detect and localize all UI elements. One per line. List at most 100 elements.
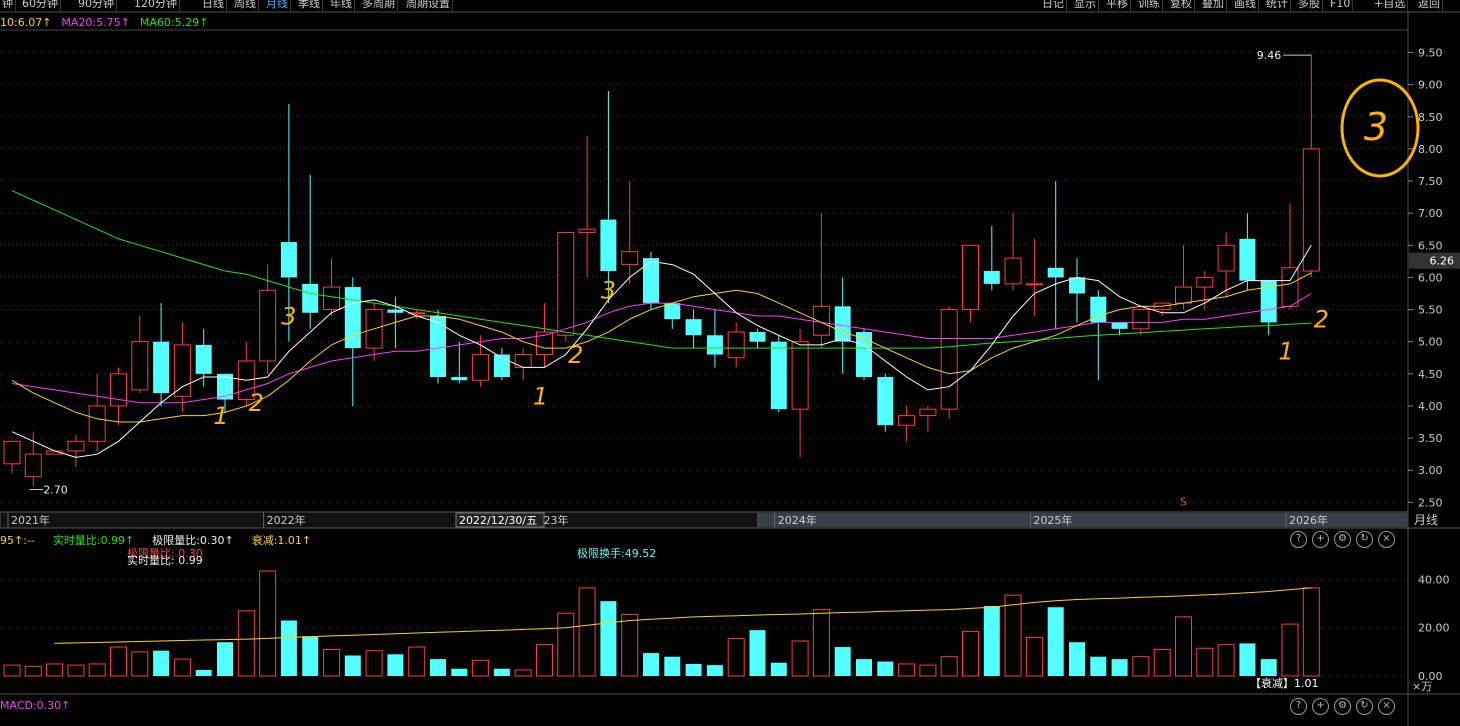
candle-down — [1111, 322, 1128, 329]
candle-up — [621, 251, 639, 266]
candle-down — [153, 341, 170, 394]
volume-bar-up — [898, 663, 916, 677]
volume-bar-down — [1239, 643, 1256, 676]
candle-down — [749, 332, 766, 342]
annotation-mark: 1 — [1278, 338, 1293, 366]
volume-bar-down — [643, 653, 659, 676]
candle-up — [259, 289, 277, 362]
candle-down — [387, 309, 404, 313]
price-tick-label: 5.00 — [1418, 336, 1443, 349]
candle-up — [24, 453, 42, 478]
annotation-mark: 1 — [213, 402, 228, 430]
volume-bar-down — [877, 661, 894, 676]
price-tick-label: 3.00 — [1418, 464, 1443, 477]
volume-bar-down — [195, 669, 212, 676]
candle-up — [940, 309, 958, 410]
gear-icon[interactable]: ⚙ — [1334, 531, 1351, 548]
price-tick-label: 5.50 — [1418, 304, 1443, 317]
candle-up — [88, 405, 106, 442]
candle-down — [1239, 238, 1256, 281]
zoom-icon[interactable]: + — [1312, 531, 1329, 548]
candle-up — [962, 244, 979, 311]
candle-up — [3, 440, 21, 465]
volume-tick-label: 20.00 — [1418, 622, 1450, 635]
volume-bar-down — [1069, 642, 1085, 676]
candle-up — [67, 440, 85, 452]
candle-up — [110, 373, 127, 407]
volume-bar-down — [685, 663, 702, 676]
candle-up — [898, 415, 916, 426]
volume-bar-up — [365, 650, 383, 677]
candle-down — [1047, 267, 1064, 278]
volume-bar-up — [1196, 647, 1214, 677]
price-tick-label: 9.50 — [1418, 46, 1443, 59]
volume-bar-down — [983, 606, 1000, 676]
volume-bar-down — [387, 654, 404, 676]
volume-bar-down — [280, 620, 297, 676]
volume-unit-label: ×万 — [1412, 680, 1432, 693]
price-tick-label: 8.00 — [1418, 143, 1443, 156]
price-tick-label: 8.50 — [1418, 111, 1443, 124]
help-icon[interactable]: ? — [1290, 698, 1307, 715]
volume-bar-up — [88, 663, 106, 677]
candle-down — [430, 315, 446, 378]
close-icon[interactable]: × — [1378, 698, 1395, 715]
volume-bar-up — [962, 630, 979, 677]
vol-tip-realtime-ratio: 实时量比: 0.99 — [127, 554, 203, 567]
candle-up — [131, 341, 149, 391]
volume-bar-up — [578, 587, 596, 677]
vol-label-0: 95↑:-- — [0, 534, 35, 547]
help-icon[interactable]: ? — [1290, 531, 1307, 548]
volume-bar-up — [24, 665, 42, 677]
close-icon[interactable]: × — [1378, 531, 1395, 548]
x-year-label: 2025年 — [1033, 513, 1072, 527]
candle-down — [1069, 277, 1085, 294]
candle-up — [1175, 286, 1192, 304]
volume-bar-up — [1217, 644, 1235, 677]
annotation-mark: 2 — [249, 389, 264, 417]
price-tick-label: 2.50 — [1418, 496, 1443, 509]
volume-bar-up — [1175, 616, 1192, 677]
candle-up — [578, 228, 596, 233]
price-tick-label: 4.50 — [1418, 368, 1443, 381]
candle-up — [1025, 283, 1043, 286]
volume-bar-down — [600, 601, 617, 676]
volume-bar-down — [664, 656, 681, 676]
vol-label-1: 实时量比:0.99↑ — [52, 534, 135, 547]
refresh-icon[interactable]: ↻ — [1356, 698, 1373, 715]
volume-bar-up — [1153, 648, 1171, 677]
high-price-label: 9.46 — [1257, 49, 1282, 62]
gear-icon[interactable]: ⚙ — [1334, 698, 1351, 715]
volume-bar-up — [46, 663, 64, 677]
candle-down — [302, 283, 319, 313]
candle-up — [812, 305, 830, 336]
sell-marker: S — [1180, 496, 1187, 509]
volume-bar-down — [344, 655, 361, 676]
stock-chart-window: 钟 60分钟 90分钟 120分钟 日线 周线 月线 季线 年线 多周期 周期设置 日记 显示 平移 训练… — [0, 0, 1460, 726]
volume-bar-down — [153, 650, 170, 676]
volume-bar-down — [1047, 607, 1064, 676]
price-tick-label: 4.00 — [1418, 400, 1443, 413]
candle-up — [1302, 148, 1320, 272]
candle-up — [173, 344, 191, 397]
candle-down — [664, 303, 681, 320]
candle-up — [1004, 257, 1022, 285]
volume-bar-up — [1025, 636, 1043, 677]
annotation-mark: 3 — [281, 302, 296, 330]
candle-down — [451, 377, 468, 381]
vol-tip-turnover: 极限换手:49.52 — [577, 547, 657, 560]
annotation-mark: 2 — [568, 341, 583, 369]
volume-bar-down — [834, 647, 851, 676]
volume-bar-up — [110, 646, 127, 677]
volume-bar-up — [1281, 623, 1299, 677]
x-year-label: 2021年 — [11, 513, 50, 527]
volume-bar-down — [302, 636, 319, 676]
refresh-icon[interactable]: ↻ — [1356, 531, 1373, 548]
candle-up — [472, 354, 490, 381]
candle-up — [514, 354, 532, 368]
kline-chart[interactable]: 2.50 3.00 3.50 4.00 4.50 5.00 5.50 6.00 6.50 7.00… — [0, 0, 1460, 726]
candle-down — [195, 344, 212, 374]
volume-bar-up — [514, 669, 532, 677]
price-tick-label: 7.00 — [1418, 207, 1443, 220]
zoom-icon[interactable]: + — [1312, 698, 1329, 715]
